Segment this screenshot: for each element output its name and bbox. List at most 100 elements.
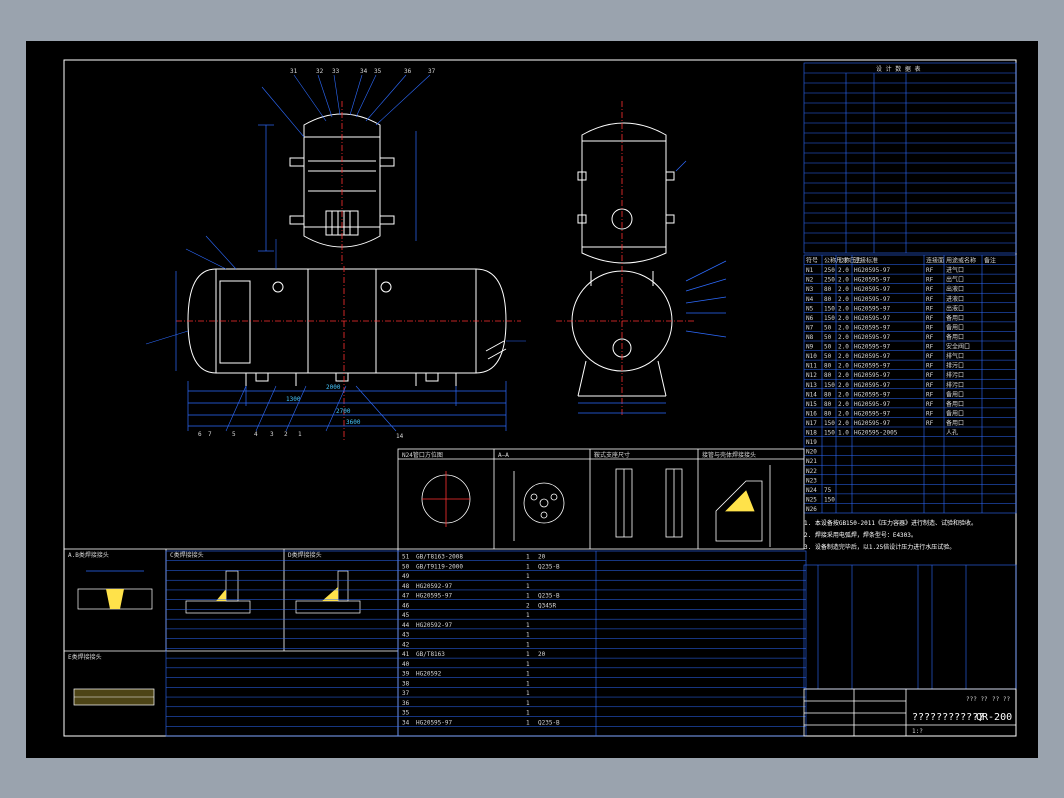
nozzle-table-cell: N20	[806, 449, 817, 456]
parts-table-cell: HG20595-97	[416, 593, 453, 600]
parts-table-cell: GB/T8163-2008	[416, 554, 463, 561]
nozzle-table-cell: HG20595-97	[854, 324, 891, 331]
parts-table-cell: 34	[402, 719, 410, 726]
nozzle-table-cell: 150	[824, 430, 835, 437]
nozzle-table-cell: 2.0	[838, 382, 849, 389]
callout-5: 5	[232, 431, 236, 438]
nozzle-header-cell: 连接面	[926, 257, 944, 265]
nozzle-table-cell: N14	[806, 391, 817, 398]
nozzle-table-cell: 备用口	[946, 390, 964, 398]
callout-4: 4	[254, 431, 258, 438]
nozzle-table-cell: RF	[926, 305, 934, 312]
nozzle-table-cell: N25	[806, 496, 817, 503]
nozzle-table-cell: 2.0	[838, 353, 849, 360]
parts-table-cell: 1	[526, 583, 530, 590]
nozzle-table-cell: 备用口	[946, 333, 964, 341]
callout-7: 7	[208, 431, 212, 438]
nozzle-table-cell: N2	[806, 277, 814, 284]
nozzle-table-cell: 50	[824, 324, 832, 331]
nozzle-table-cell: N18	[806, 430, 817, 437]
callout-37: 37	[428, 68, 436, 75]
nozzle-table-cell: 1.0	[838, 430, 849, 437]
nozzle-table-cell: RF	[926, 334, 934, 341]
nozzle-table-cell: N22	[806, 468, 817, 475]
parts-table-cell: 1	[526, 573, 530, 580]
nozzle-table-cell: N9	[806, 344, 814, 351]
parts-table-cell: 1	[526, 661, 530, 668]
parts-table-cell: 47	[402, 593, 410, 600]
nozzle-table-cell: N15	[806, 401, 817, 408]
nozzle-header-cell: 备注	[984, 257, 996, 265]
parts-table-cell: HG20592-97	[416, 583, 453, 590]
callout-3: 3	[270, 431, 274, 438]
nozzle-table-cell: RF	[926, 286, 934, 293]
nozzle-table-cell: HG20595-97	[854, 401, 891, 408]
nozzle-table-cell: 排污口	[946, 362, 964, 370]
n24-orientation-view	[421, 471, 471, 527]
nozzle-table-cell: N19	[806, 439, 817, 446]
parts-table-cell: 1	[526, 680, 530, 687]
note-1: 1. 本设备按GB150-2011《压力容器》进行制造、试验和验收。	[804, 519, 977, 527]
design-data-table-grid	[803, 62, 1017, 254]
nozzle-table-cell: HG20595-97	[854, 315, 891, 322]
note-2: 2. 焊接采用电弧焊，焊条型号：E4303。	[804, 531, 917, 539]
nozzle-table-cell: RF	[926, 344, 934, 351]
nozzle-table-cell: N7	[806, 324, 814, 331]
parts-table-cell: 36	[402, 700, 410, 707]
nozzle-table-cell: 50	[824, 334, 832, 341]
nozzle-table-cell: RF	[926, 401, 934, 408]
nozzle-table-cell: 排污口	[946, 371, 964, 379]
nozzle-table-cell: RF	[926, 382, 934, 389]
section-aa-title: A—A	[498, 452, 509, 459]
nozzle-table-cell: HG20595-97	[854, 334, 891, 341]
nozzle-table-cell: RF	[926, 296, 934, 303]
nozzle-table-cell: 80	[824, 286, 832, 293]
nozzle-table-cell: 2.0	[838, 267, 849, 274]
nozzle-table-cell: N24	[806, 487, 817, 494]
nozzle-table-cell: RF	[926, 267, 934, 274]
nozzle-table-cell: 2.0	[838, 420, 849, 427]
nozzle-table-cell: N17	[806, 420, 817, 427]
nozzle-table-cell: 备用口	[946, 400, 964, 408]
nozzle-table-cell: 备用口	[946, 419, 964, 427]
dim-text-1: 2000	[326, 384, 341, 391]
drawing-sheet[interactable]: 2000 1300 2700 3600 31 32 33 34 35 36 37…	[26, 41, 1038, 758]
parts-table-cell: Q235-B	[538, 563, 560, 570]
nozzle-table-cell: RF	[926, 315, 934, 322]
nozzle-table-cell: 150	[824, 305, 835, 312]
callout-36: 36	[404, 68, 412, 75]
parts-table-cell: 48	[402, 583, 410, 590]
nozzle-table-cell: N8	[806, 334, 814, 341]
nozzle-table-cell: 2.0	[838, 305, 849, 312]
note-3: 3. 设备制造完毕后，以1.25倍设计压力进行水压试验。	[804, 543, 955, 551]
parts-table-cell: 41	[402, 651, 410, 658]
parts-table-cell: 38	[402, 680, 410, 687]
parts-table-cell: 46	[402, 602, 410, 609]
nozzle-table-cell: HG20595-97	[854, 382, 891, 389]
parts-table-cell: 1	[526, 719, 530, 726]
section-n24-title: N24管口方位图	[402, 451, 443, 459]
parts-table-cell: 43	[402, 632, 410, 639]
saddle-support-view	[615, 468, 683, 538]
nozzle-table-cell: N12	[806, 372, 817, 379]
callout-33: 33	[332, 68, 340, 75]
nozzle-table-cell: 排气口	[946, 352, 964, 360]
nozzle-table-cell: 80	[824, 372, 832, 379]
nozzle-table-cell: 75	[824, 487, 832, 494]
callout-2: 2	[284, 431, 288, 438]
nozzle-table-cell: 出液口	[946, 304, 964, 312]
parts-table-cell: HG20592-97	[416, 622, 453, 629]
weld-e-detail	[73, 688, 155, 706]
nozzle-table-cell: 2.0	[838, 286, 849, 293]
parts-table-cell: HG20595-97	[416, 719, 453, 726]
nozzle-table-cell: 80	[824, 296, 832, 303]
nozzle-table-cell: HG20595-2005	[854, 430, 898, 437]
nozzle-table-cell: N1	[806, 267, 814, 274]
parts-table-cell: 1	[526, 710, 530, 717]
parts-table-cell: Q235-B	[538, 719, 560, 726]
parts-table-cell: Q235-B	[538, 593, 560, 600]
nozzle-table-cell: 80	[824, 401, 832, 408]
nozzle-header-cell: 符号	[806, 257, 818, 265]
parts-table-cell: 39	[402, 671, 410, 678]
nozzle-table-cell: 2.0	[838, 410, 849, 417]
